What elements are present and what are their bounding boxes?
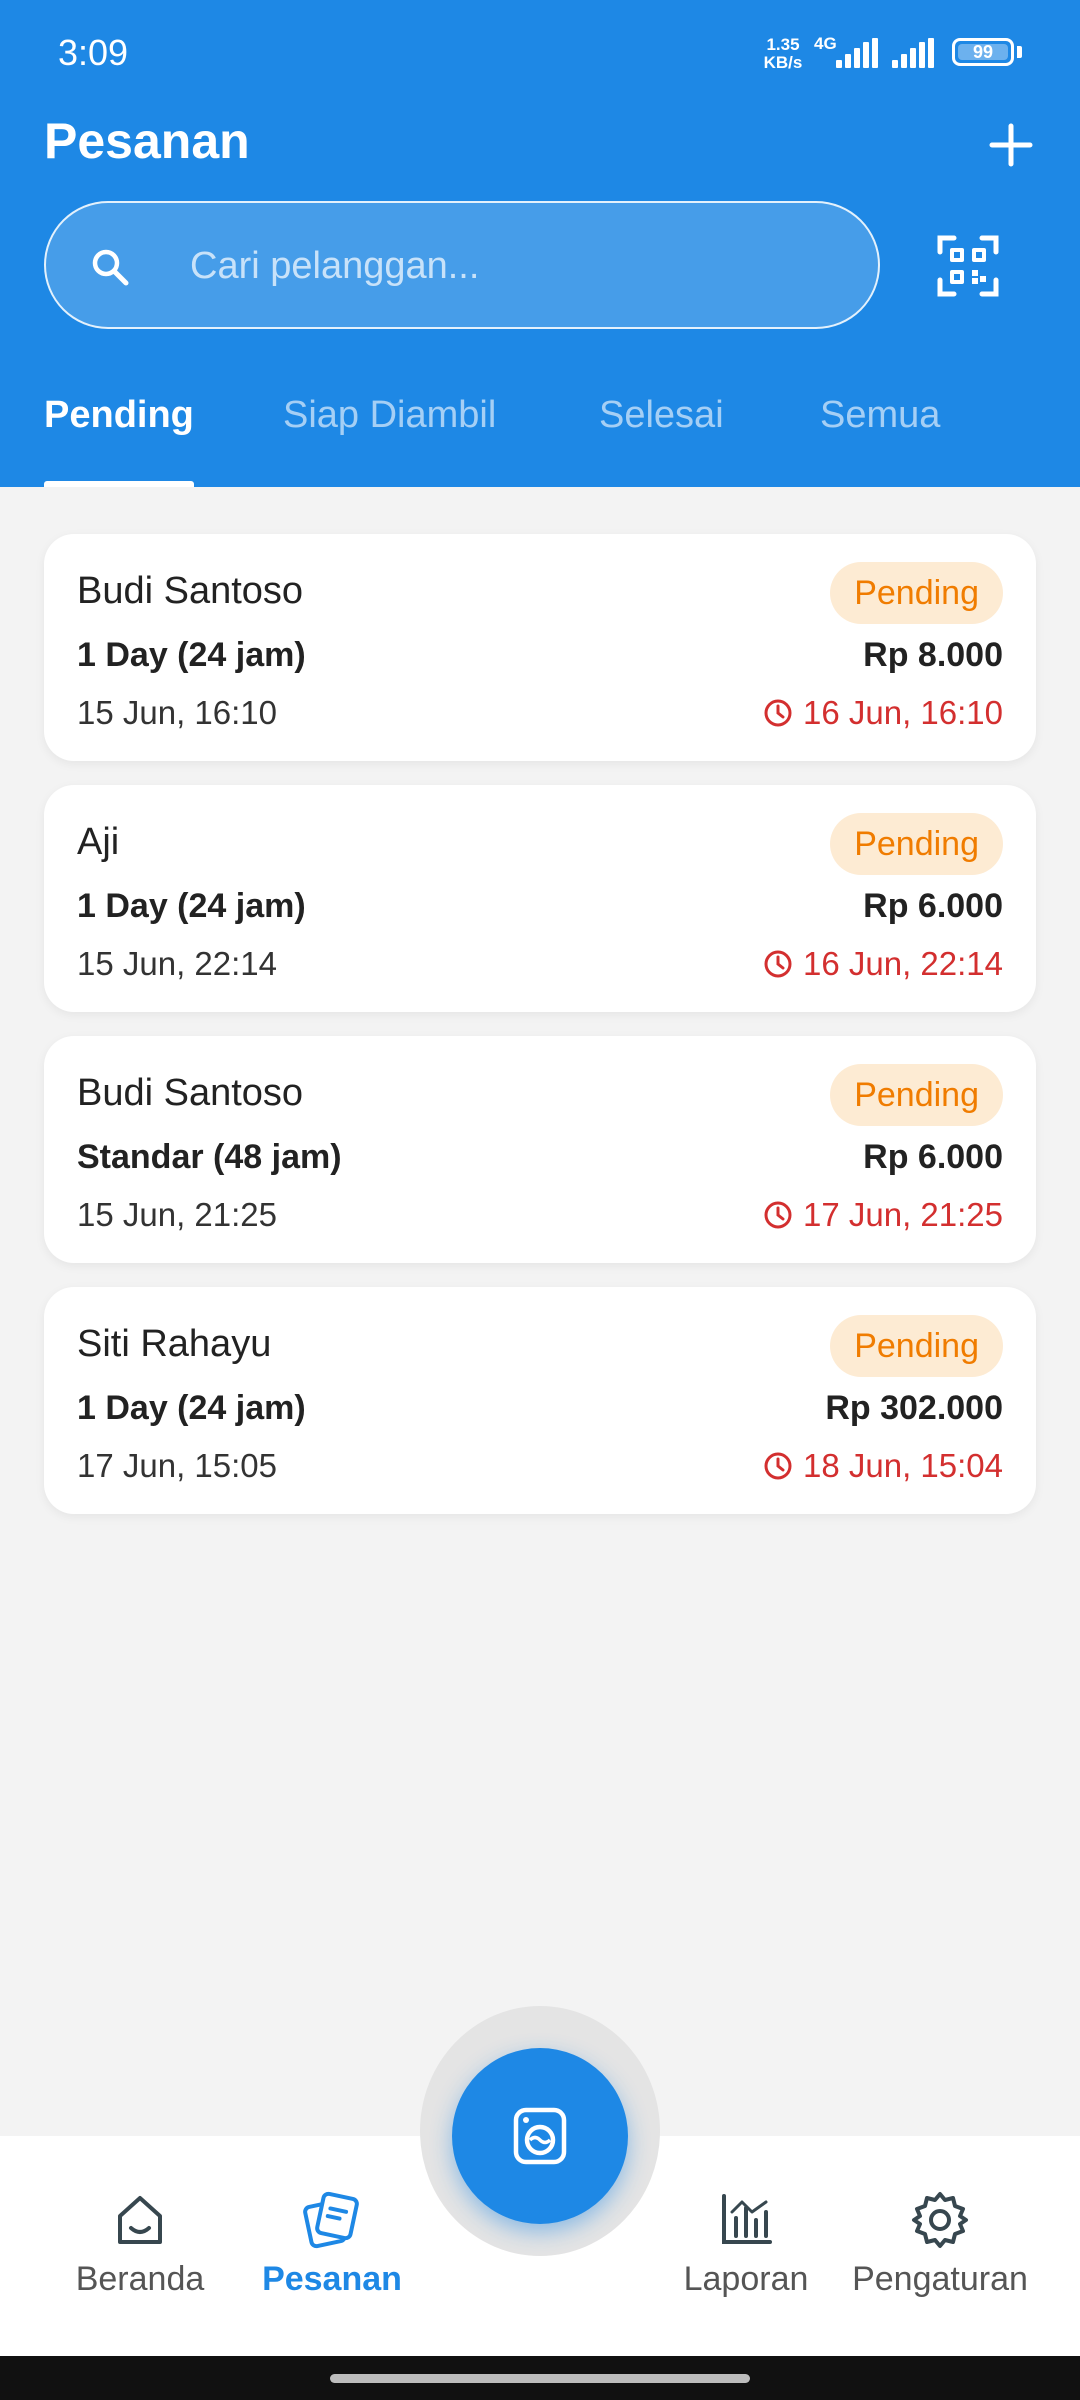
status-bar: 3:09 1.35 KB/s 4G 99 — [0, 0, 1080, 110]
network-speed-unit: KB/s — [763, 53, 803, 72]
order-price: Rp 6.000 — [863, 887, 1003, 925]
order-created: 17 Jun, 15:05 — [77, 1447, 277, 1484]
clock-icon — [764, 950, 792, 978]
order-due: 18 Jun, 15:04 — [763, 1447, 1003, 1485]
nav-laporan[interactable]: Laporan — [646, 2136, 846, 2356]
home-icon — [118, 2196, 162, 2244]
tab-semua[interactable]: Semua — [820, 394, 940, 437]
nav-beranda[interactable]: Beranda — [40, 2136, 240, 2356]
status-badge: Pending — [830, 1315, 1003, 1377]
washing-machine-icon — [513, 2107, 567, 2165]
order-card[interactable]: Siti Rahayu Pending 1 Day (24 jam) Rp 30… — [44, 1287, 1036, 1514]
orders-icon — [303, 2191, 359, 2249]
gear-icon — [912, 2192, 968, 2248]
app-header: 3:09 1.35 KB/s 4G 99 Pesanan Cari pelang… — [0, 0, 1080, 487]
order-card[interactable]: Aji Pending 1 Day (24 jam) Rp 6.000 15 J… — [44, 785, 1036, 1012]
order-due: 17 Jun, 21:25 — [763, 1196, 1003, 1234]
clock-icon — [764, 699, 792, 727]
nav-pesanan[interactable]: Pesanan — [232, 2136, 432, 2356]
home-indicator[interactable] — [330, 2374, 750, 2383]
network-speed-value: 1.35 — [766, 35, 800, 54]
clock-icon — [764, 1452, 792, 1480]
due-date: 17 Jun, 21:25 — [803, 1196, 1003, 1233]
qr-scan-icon[interactable] — [936, 234, 1000, 298]
chart-icon — [722, 2194, 772, 2244]
order-price: Rp 6.000 — [863, 1138, 1003, 1176]
battery-icon: 99 — [952, 38, 1014, 66]
tab-selesai[interactable]: Selesai — [599, 394, 724, 437]
tab-active-indicator — [44, 481, 194, 487]
order-tabs: Pending Siap Diambil Selesai Semua — [0, 380, 1080, 487]
status-badge: Pending — [830, 1064, 1003, 1126]
search-icon — [92, 249, 129, 286]
order-price: Rp 8.000 — [863, 636, 1003, 674]
order-price: Rp 302.000 — [825, 1389, 1003, 1427]
search-input[interactable] — [188, 227, 852, 305]
order-due: 16 Jun, 22:14 — [763, 945, 1003, 983]
clock-icon — [764, 1201, 792, 1229]
nav-pengaturan[interactable]: Pengaturan — [840, 2136, 1040, 2356]
status-time: 3:09 — [58, 32, 129, 73]
order-list: Budi Santoso Pending 1 Day (24 jam) Rp 8… — [44, 534, 1036, 1538]
network-speed: 1.35 KB/s — [758, 36, 808, 72]
customer-name: Siti Rahayu — [77, 1323, 272, 1365]
signal-icon — [836, 38, 878, 68]
order-created: 15 Jun, 22:14 — [77, 945, 277, 982]
nav-label: Pesanan — [262, 2260, 402, 2298]
due-date: 16 Jun, 22:14 — [803, 945, 1003, 982]
order-card[interactable]: Budi Santoso Pending Standar (48 jam) Rp… — [44, 1036, 1036, 1263]
nav-label: Pengaturan — [852, 2260, 1028, 2298]
service-type: 1 Day (24 jam) — [77, 887, 306, 925]
customer-name: Aji — [77, 821, 120, 863]
order-created: 15 Jun, 16:10 — [77, 694, 277, 731]
service-type: Standar (48 jam) — [77, 1138, 342, 1176]
tab-pending[interactable]: Pending — [44, 394, 194, 437]
battery-tip — [1017, 46, 1022, 58]
fab-button[interactable] — [452, 2048, 628, 2224]
service-type: 1 Day (24 jam) — [77, 636, 306, 674]
order-card[interactable]: Budi Santoso Pending 1 Day (24 jam) Rp 8… — [44, 534, 1036, 761]
due-date: 18 Jun, 15:04 — [803, 1447, 1003, 1484]
signal-icon — [892, 38, 934, 68]
system-nav-bar — [0, 2356, 1080, 2400]
due-date: 16 Jun, 16:10 — [803, 694, 1003, 731]
service-type: 1 Day (24 jam) — [77, 1389, 306, 1427]
search-box[interactable] — [44, 201, 880, 329]
battery-level: 99 — [972, 42, 994, 62]
customer-name: Budi Santoso — [77, 570, 304, 612]
status-badge: Pending — [830, 562, 1003, 624]
order-due: 16 Jun, 16:10 — [763, 694, 1003, 732]
plus-icon[interactable] — [988, 122, 1034, 168]
order-created: 15 Jun, 21:25 — [77, 1196, 277, 1233]
status-badge: Pending — [830, 813, 1003, 875]
customer-name: Budi Santoso — [77, 1072, 304, 1114]
tab-siap-diambil[interactable]: Siap Diambil — [283, 394, 496, 437]
page-title: Pesanan — [44, 113, 250, 169]
